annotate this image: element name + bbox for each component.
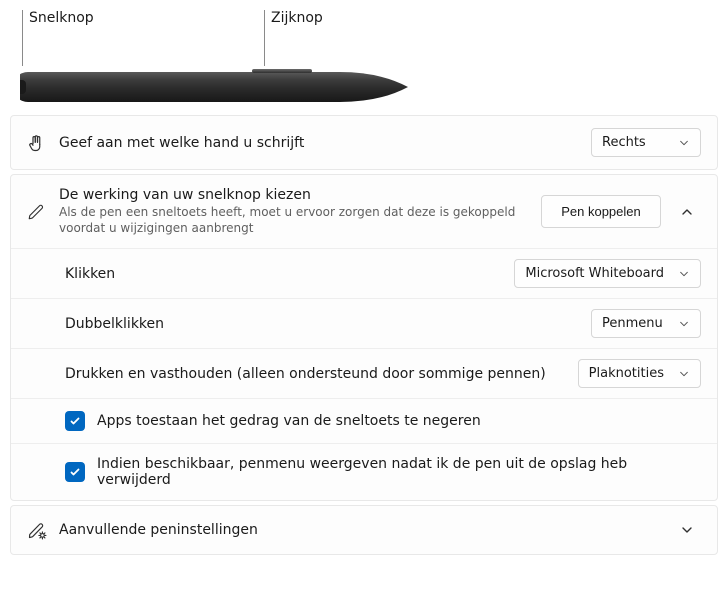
double-click-label: Dubbelklikken bbox=[65, 316, 591, 332]
chevron-down-icon bbox=[678, 268, 690, 280]
click-label: Klikken bbox=[65, 266, 514, 282]
press-hold-select-value: Plaknotities bbox=[589, 366, 664, 381]
side-button-label: Zijknop bbox=[264, 10, 323, 66]
expand-button[interactable] bbox=[673, 524, 701, 536]
override-checkbox-label: Apps toestaan het gedrag van de sneltoet… bbox=[97, 413, 481, 429]
press-hold-select[interactable]: Plaknotities bbox=[578, 359, 701, 388]
quick-button-label: Snelknop bbox=[22, 10, 264, 66]
press-hold-label: Drukken en vasthouden (alleen ondersteun… bbox=[65, 366, 578, 382]
pen-gear-icon bbox=[27, 520, 59, 540]
pen-icon bbox=[27, 203, 59, 221]
additional-settings-title: Aanvullende peninstellingen bbox=[59, 522, 661, 538]
hand-select[interactable]: Rechts bbox=[591, 128, 701, 157]
penmenu-checkbox[interactable] bbox=[65, 462, 85, 482]
stylus-illustration bbox=[20, 62, 410, 104]
shortcut-title: De werking van uw snelknop kiezen bbox=[59, 187, 529, 203]
collapse-button[interactable] bbox=[673, 206, 701, 218]
click-select-value: Microsoft Whiteboard bbox=[525, 266, 664, 281]
shortcut-desc: Als de pen een sneltoets heeft, moet u e… bbox=[59, 205, 529, 236]
hand-setting-card: Geef aan met welke hand u schrijft Recht… bbox=[10, 115, 718, 170]
pen-diagram: Snelknop Zijknop bbox=[10, 10, 718, 105]
pair-pen-button[interactable]: Pen koppelen bbox=[541, 195, 661, 228]
penmenu-checkbox-label: Indien beschikbaar, penmenu weergeven na… bbox=[97, 456, 701, 488]
chevron-down-icon bbox=[678, 318, 690, 330]
hand-icon bbox=[27, 134, 59, 152]
additional-settings-card[interactable]: Aanvullende peninstellingen bbox=[10, 505, 718, 555]
chevron-down-icon bbox=[678, 137, 690, 149]
hand-setting-title: Geef aan met welke hand u schrijft bbox=[59, 135, 579, 151]
chevron-down-icon bbox=[678, 368, 690, 380]
override-checkbox[interactable] bbox=[65, 411, 85, 431]
shortcut-settings-card: De werking van uw snelknop kiezen Als de… bbox=[10, 174, 718, 501]
hand-select-value: Rechts bbox=[602, 135, 646, 150]
double-click-select[interactable]: Penmenu bbox=[591, 309, 701, 338]
click-select[interactable]: Microsoft Whiteboard bbox=[514, 259, 701, 288]
double-click-select-value: Penmenu bbox=[602, 316, 663, 331]
